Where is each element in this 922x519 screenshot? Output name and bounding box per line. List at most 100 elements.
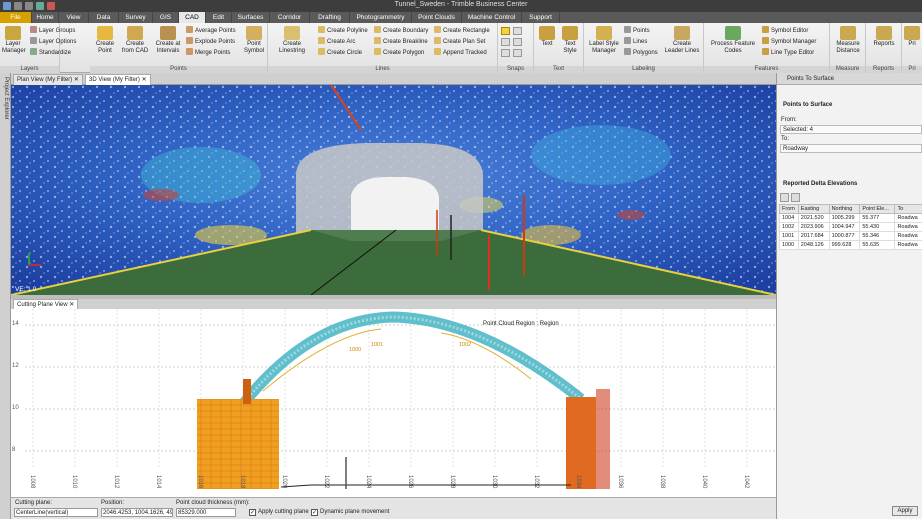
tab-survey[interactable]: Survey [119,12,153,23]
reported-deltas-label: Reported Delta Elevations [783,181,858,187]
to-surface-select[interactable]: Roadway [780,144,922,153]
table-row[interactable]: 1002 2023.906 1004.947 55.430 Roadwa [779,222,922,232]
column-header[interactable]: Easting [797,204,830,214]
append-tracked-button[interactable]: Append Tracked [434,48,487,57]
apply-cutting-plane-checkbox[interactable]: ✓ [249,509,256,516]
symbol-editor-button[interactable]: Symbol Editor [762,26,808,35]
create-point-button[interactable]: Create Point [93,26,117,55]
create-from-cad-button[interactable]: Create from CAD [120,26,150,55]
point-label[interactable]: 1000 [349,347,361,353]
close-icon[interactable]: ✕ [74,77,79,83]
3d-view-canvas[interactable]: VE: 1.0 [11,85,776,295]
snap-intersect-icon[interactable] [513,38,522,46]
create-rectangle-button[interactable]: Create Rectangle [434,26,490,35]
layer-manager-label: Layer Manager [2,41,26,54]
x-tick-label: 1042 [743,475,749,489]
labeling-polygons-button[interactable]: Polygons [624,48,658,57]
close-icon[interactable]: ✕ [69,302,74,308]
project-explorer-label[interactable]: Project Explorer [1,77,9,147]
layer-groups-button[interactable]: Layer Groups [30,26,75,35]
project-explorer-strip[interactable]: Project Explorer [0,73,11,519]
measure-distance-button[interactable]: Measure Distance [832,26,864,55]
line-type-editor-button[interactable]: Line Type Editor [762,48,814,57]
tab-edit[interactable]: Edit [206,12,232,23]
text-button[interactable]: Text [537,26,557,48]
apply-button[interactable]: Apply [892,506,918,516]
tab-home[interactable]: Home [32,12,59,23]
average-points-button[interactable]: Average Points [186,26,236,35]
from-selection-box[interactable]: Selected: 4 [780,125,922,134]
snap-center-icon[interactable] [513,49,522,57]
intervals-icon [160,26,176,40]
create-polyline-button[interactable]: Create Polyline [318,26,368,35]
point-label[interactable]: 1001 [371,342,383,348]
layer-manager-button[interactable]: Layer Manager [2,26,26,55]
dynamic-plane-checkbox[interactable]: ✓ [311,509,318,516]
close-icon[interactable]: ✕ [142,77,147,83]
point-symbol-icon [246,26,262,40]
copy-icon[interactable] [791,193,800,202]
snap-end-icon[interactable] [513,27,522,35]
column-header[interactable]: To [894,204,922,214]
tab-point-clouds[interactable]: Point Clouds [412,12,462,23]
cutting-plane-canvas[interactable]: 14 12 10 8 1008 1010 1012 1014 1016 1018 1020 1022 1… [11,309,776,497]
tab-3d-view[interactable]: 3D View (My Filter) ✕ [85,74,151,85]
explode-icon [186,37,193,44]
snap-point-icon[interactable] [501,27,510,35]
process-feature-codes-button[interactable]: Process Feature Codes [708,26,758,55]
panel-tab[interactable]: Points To Surface [777,73,922,85]
tab-gis[interactable]: GIS [153,12,179,23]
position-input[interactable]: 2046.4253, 1004.1626, 49.2 [101,508,173,517]
create-linestring-button[interactable]: Create Linestring [272,26,312,55]
tab-data[interactable]: Data [89,12,119,23]
merge-points-button[interactable]: Merge Points [186,48,230,57]
cad-points-icon [127,26,143,40]
thickness-input[interactable]: 85329.000 [176,508,236,517]
symbol-manager-button[interactable]: Symbol Manager [762,37,816,46]
symbol-editor-label: Symbol Editor [771,28,809,34]
table-row[interactable]: 1004 2021.520 1005.299 55.377 Roadwa [779,213,922,223]
text-style-button[interactable]: Text Style [559,26,581,55]
standardize-button[interactable]: Standardize [30,48,71,57]
create-polygon-button[interactable]: Create Polygon [374,48,424,57]
create-circle-button[interactable]: Create Circle [318,48,362,57]
points-to-surface-panel: Points To Surface Points to Surface From… [776,73,922,519]
table-row[interactable]: 1000 2048.126 999.628 55.635 Roadwa [779,240,922,250]
ribbon-group-text: Text Text Style Text [534,23,584,73]
table-row[interactable]: 1001 2017.684 1000.877 55.346 Roadwa [779,231,922,241]
create-plan-set-button[interactable]: Create Plan Set [434,37,485,46]
point-symbol-button[interactable]: Point Symbol [242,26,266,55]
snap-mid-icon[interactable] [501,38,510,46]
reports-button[interactable]: Reports [870,26,898,48]
export-icon[interactable] [780,193,789,202]
column-header[interactable]: From [779,204,799,214]
point-label[interactable]: 1002 [459,342,471,348]
tab-photogrammetry[interactable]: Photogrammetry [350,12,412,23]
layer-options-button[interactable]: Layer Options [30,37,76,46]
tab-corridor[interactable]: Corridor [270,12,310,23]
tab-machine-control[interactable]: Machine Control [462,12,522,23]
text-style-icon [562,26,578,40]
tab-drafting[interactable]: Drafting [310,12,350,23]
tab-plan-view[interactable]: Plan View (My Filter) ✕ [13,74,83,85]
tab-cad[interactable]: CAD [179,12,206,23]
column-header[interactable]: Point Ele... [859,204,896,214]
cutting-plane-select[interactable]: CenterLine(vertical) [14,508,98,517]
tab-support[interactable]: Support [522,12,560,23]
column-header[interactable]: Northing [828,204,861,214]
tab-cutting-plane-view[interactable]: Cutting Plane View ✕ [13,299,79,309]
labeling-lines-button[interactable]: Lines [624,37,647,46]
snap-perp-icon[interactable] [501,49,510,57]
tab-file[interactable]: File [0,12,32,23]
create-arc-button[interactable]: Create Arc [318,37,355,46]
tab-view[interactable]: View [59,12,89,23]
print-button[interactable]: Pri [903,26,921,48]
create-at-intervals-button[interactable]: Create at Intervals [153,26,183,55]
labeling-points-button[interactable]: Points [624,26,650,35]
create-boundary-button[interactable]: Create Boundary [374,26,428,35]
create-breakline-button[interactable]: Create Breakline [374,37,428,46]
create-leader-lines-button[interactable]: Create Leader Lines [664,26,700,55]
explode-points-button[interactable]: Explode Points [186,37,235,46]
tab-surfaces[interactable]: Surfaces [232,12,270,23]
label-style-manager-button[interactable]: Label Style Manager [587,26,621,55]
